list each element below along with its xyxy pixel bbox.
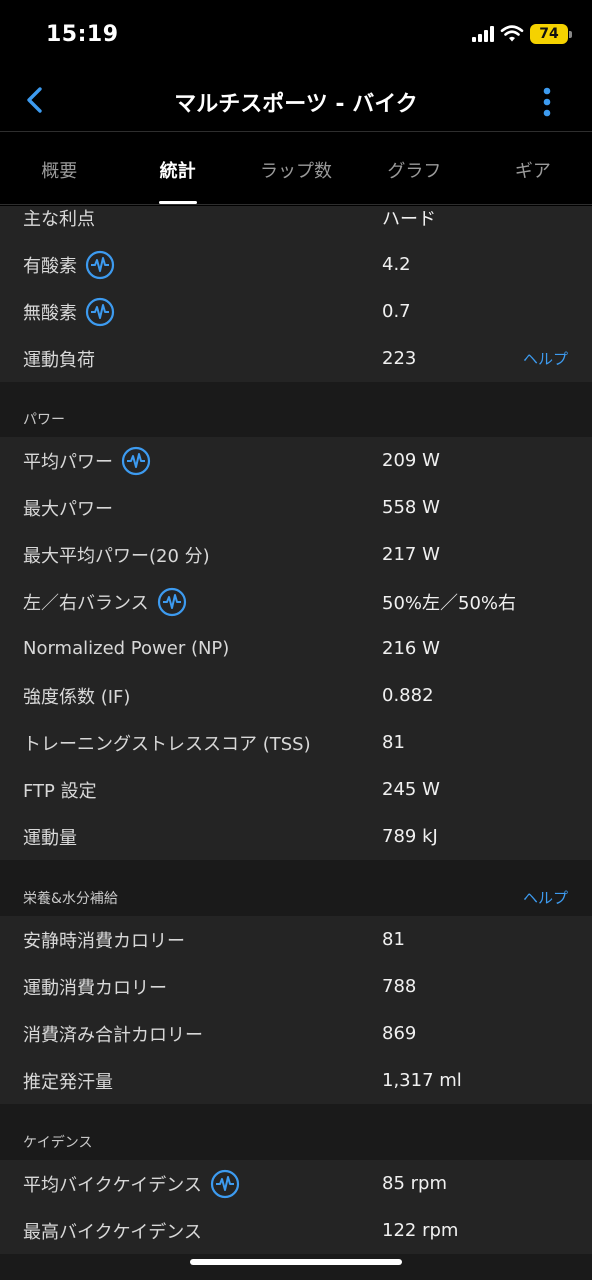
first-beat-info-icon[interactable] [85,297,115,327]
stat-row-resting-calories: 安静時消費カロリー 81 [0,916,592,963]
stat-value: 0.7 [382,301,411,322]
section-header-cadence: ケイデンス [0,1104,592,1160]
stat-label: 平均バイクケイデンス [23,1174,202,1196]
stat-label-wrap: 有酸素 [23,250,115,280]
stat-row-active-calories: 運動消費カロリー 788 [0,963,592,1010]
stat-value: 216 W [382,638,440,659]
stat-value: 1,317 ml [382,1070,462,1091]
stat-row-avg-cadence: 平均バイクケイデンス 85 rpm [0,1160,592,1207]
stat-value: 869 [382,1023,417,1044]
stat-value: 50%左／50%右 [382,592,517,614]
stat-row-tss: トレーニングストレススコア (TSS) 81 [0,719,592,766]
tab-bar: 概要 統計 ラップ数 グラフ ギア [0,133,592,205]
help-link[interactable]: ヘルプ [523,887,568,908]
tab-stats[interactable]: 統計 [118,133,236,204]
stats-list[interactable]: 主な利点 ハード 有酸素 4.2 無酸素 0.7 運動負荷 223 ヘルプ パワ… [0,206,592,1280]
stat-label: 運動量 [23,827,77,849]
stat-value: 217 W [382,544,440,565]
vertical-ellipsis-icon [543,87,551,117]
help-link[interactable]: ヘルプ [523,348,568,369]
page-title: マルチスポーツ - バイク [174,92,418,117]
stat-row-total-calories: 消費済み合計カロリー 869 [0,1010,592,1057]
stat-row-max-avg-power-20min: 最大平均パワー(20 分) 217 W [0,531,592,578]
section-header-power: パワー [0,382,592,437]
stat-label-wrap: 平均バイクケイデンス [23,1169,240,1199]
cellular-signal-icon [472,26,494,42]
stat-label-wrap: 平均パワー [23,446,151,476]
stat-value: 81 [382,732,405,753]
list-bottom-spacer [0,1254,592,1280]
first-beat-info-icon[interactable] [210,1169,240,1199]
section-header-nutrition: 栄養&水分補給 ヘルプ [0,860,592,916]
stat-label: 安静時消費カロリー [23,930,185,952]
stat-label: 無酸素 [23,302,77,324]
stat-label: Normalized Power (NP) [23,638,230,659]
stat-value: 209 W [382,450,440,471]
stat-row-avg-power: 平均パワー 209 W [0,437,592,484]
stat-label: 有酸素 [23,255,77,277]
more-options-button[interactable] [532,82,562,122]
first-beat-info-icon[interactable] [157,587,187,617]
stat-value: 223 [382,348,417,369]
stat-row-anaerobic: 無酸素 0.7 [0,288,592,335]
stat-row-lr-balance: 左／右バランス 50%左／50%右 [0,578,592,625]
stat-label: 消費済み合計カロリー [23,1024,203,1046]
stat-row-aerobic: 有酸素 4.2 [0,241,592,288]
stat-label: 平均パワー [23,451,113,473]
stat-value: 4.2 [382,254,411,275]
battery-level: 74 [539,26,559,42]
stat-value: 789 kJ [382,826,438,847]
stat-value: 558 W [382,497,440,518]
tab-gear[interactable]: ギア [474,133,592,204]
stat-label-wrap: 左／右バランス [23,587,187,617]
stat-row-normalized-power: Normalized Power (NP) 216 W [0,625,592,672]
stat-value: 122 rpm [382,1220,459,1241]
stat-label: 最大パワー [23,498,113,520]
stat-label: 強度係数 (IF) [23,686,131,708]
stat-row-primary-benefit: 主な利点 ハード [0,206,592,241]
stat-value: 788 [382,976,417,997]
status-time: 15:19 [46,22,119,47]
stat-row-max-cadence: 最高バイクケイデンス 122 rpm [0,1207,592,1254]
navigation-bar: マルチスポーツ - バイク [0,70,592,132]
stat-row-training-load: 運動負荷 223 ヘルプ [0,335,592,382]
stat-row-ftp-setting: FTP 設定 245 W [0,766,592,813]
stat-label: FTP 設定 [23,780,97,802]
stat-label: 運動消費カロリー [23,977,167,999]
stat-label: 推定発汗量 [23,1071,113,1093]
stat-value: 245 W [382,779,440,800]
section-title: パワー [23,412,65,428]
battery-indicator: 74 [530,24,572,44]
stat-row-sweat-loss: 推定発汗量 1,317 ml [0,1057,592,1104]
stat-label-wrap: 無酸素 [23,297,115,327]
stat-value: ハード [382,208,436,230]
stat-value: 0.882 [382,685,434,706]
wifi-icon [500,25,524,42]
stat-label: 最大平均パワー(20 分) [23,545,210,567]
stat-label: 最高バイクケイデンス [23,1221,202,1243]
stat-value: 81 [382,929,405,950]
tab-overview[interactable]: 概要 [0,133,118,204]
status-bar: 15:19 74 [0,0,592,70]
home-indicator[interactable] [190,1259,402,1265]
status-icons: 74 [472,24,572,44]
stat-label: 運動負荷 [23,349,95,371]
first-beat-info-icon[interactable] [121,446,151,476]
stat-label: 左／右バランス [23,592,149,614]
tab-laps[interactable]: ラップ数 [237,133,355,204]
stat-row-max-power: 最大パワー 558 W [0,484,592,531]
stat-label: トレーニングストレススコア (TSS) [23,733,311,755]
stat-value: 85 rpm [382,1173,447,1194]
first-beat-info-icon[interactable] [85,250,115,280]
stat-row-intensity-factor: 強度係数 (IF) 0.882 [0,672,592,719]
stat-row-work: 運動量 789 kJ [0,813,592,860]
section-title: 栄養&水分補給 [23,891,118,907]
stat-label: 主な利点 [23,208,95,230]
tab-graphs[interactable]: グラフ [355,133,473,204]
section-title: ケイデンス [23,1135,93,1151]
